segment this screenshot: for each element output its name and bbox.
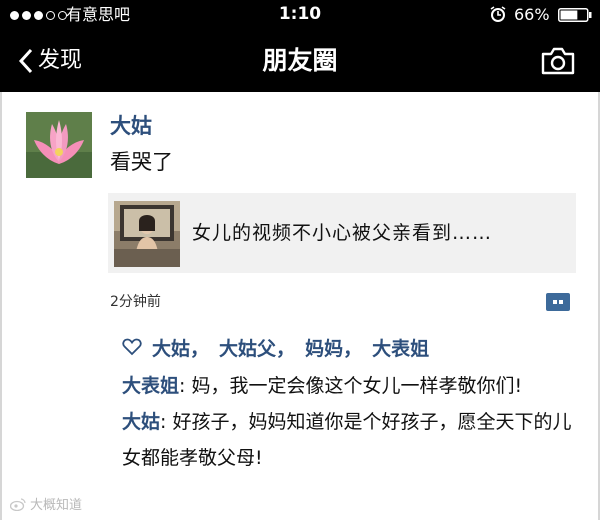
comment-author[interactable]: 大姑	[122, 411, 160, 433]
lotus-flower-image	[26, 112, 92, 178]
like-name[interactable]: 大表姐	[372, 334, 429, 361]
shared-link-title: 女儿的视频不小心被父亲看到……	[192, 222, 493, 244]
feedback-arrow	[122, 310, 138, 318]
battery-icon	[558, 8, 592, 22]
avatar[interactable]	[26, 112, 92, 178]
like-separator: ，	[190, 337, 210, 360]
alarm-clock-icon	[490, 6, 506, 22]
comment-icon[interactable]	[545, 292, 571, 312]
nav-bar: 发现 朋友圈	[0, 30, 600, 92]
status-time: 1:10	[278, 4, 322, 24]
like-name[interactable]: 大姑父	[219, 334, 276, 361]
post-timestamp: 2分钟前	[110, 294, 161, 310]
page-title: 朋友圈	[262, 46, 338, 75]
watermark: 大概知道	[10, 494, 82, 513]
heart-icon	[122, 338, 142, 356]
like-name[interactable]: 妈妈	[305, 334, 343, 361]
watermark-text: 大概知道	[30, 498, 83, 513]
status-bar: 有意思吧 1:10 66%	[0, 0, 600, 30]
like-separator: ，	[276, 337, 296, 360]
weibo-logo-icon	[10, 497, 26, 511]
video-thumbnail	[114, 201, 180, 267]
battery-percent: 66%	[514, 5, 550, 24]
likes-row: 大姑， 大姑父， 妈妈， 大表姐	[122, 332, 429, 362]
comment-text: 妈，我一定会像这个女儿一样孝敬你们!	[185, 375, 523, 397]
comment-author[interactable]: 大表姐	[122, 375, 179, 397]
like-separator: ，	[343, 337, 363, 360]
comment-item: 大姑: 好孩子，妈妈知道你是个好孩子，愿全天下的儿女都能孝敬父母!	[122, 404, 588, 476]
like-name[interactable]: 大姑	[152, 334, 190, 361]
shared-link-card[interactable]: 女儿的视频不小心被父亲看到……	[108, 193, 576, 273]
camera-icon[interactable]	[540, 46, 576, 76]
comment-item: 大表姐: 妈，我一定会像这个女儿一样孝敬你们!	[122, 368, 588, 404]
moments-feed: 大姑 看哭了 女儿的视频不小心被父亲看到…… 2分钟前 大姑 ， 大姑父 ， 妈…	[0, 92, 600, 520]
comment-text: 好孩子，妈妈知道你是个好孩子，愿全天下的儿女都能孝敬父母!	[122, 411, 572, 469]
feedback-panel: 大姑， 大姑父， 妈妈， 大表姐 大表姐: 妈，我一定会像这个女儿一样孝敬你们!…	[110, 310, 578, 488]
post-text: 看哭了	[110, 150, 173, 174]
post-author[interactable]: 大姑	[110, 112, 152, 140]
